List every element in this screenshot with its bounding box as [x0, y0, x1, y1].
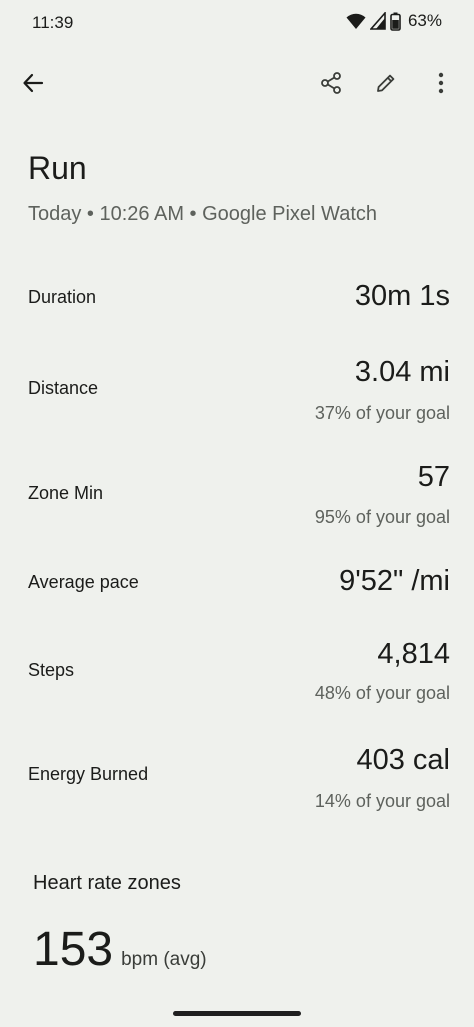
steps-label: Steps [28, 660, 75, 680]
zone-min-label: Zone Min [28, 483, 104, 503]
energy-value: 403 cal [356, 744, 450, 776]
pace-value: 9'52" /mi [339, 565, 450, 597]
share-button[interactable] [311, 65, 351, 105]
back-button[interactable] [13, 65, 53, 105]
distance-goal: 37% of your goal [314, 403, 450, 423]
back-arrow-icon [22, 72, 44, 99]
edit-button[interactable] [366, 65, 406, 105]
wifi-icon [346, 12, 366, 30]
status-bar: 11:39 63% [0, 0, 474, 46]
battery-icon [390, 12, 401, 31]
status-icons: 63% [346, 11, 442, 31]
signal-icon [369, 12, 386, 30]
share-icon [319, 71, 343, 100]
steps-value: 4,814 [377, 638, 450, 670]
more-options-button[interactable] [421, 65, 461, 105]
heart-rate-value: 153 [33, 923, 114, 976]
distance-label: Distance [28, 378, 99, 398]
energy-label: Energy Burned [28, 764, 149, 784]
zone-min-value: 57 [417, 461, 450, 493]
duration-label: Duration [28, 287, 97, 307]
steps-goal: 48% of your goal [314, 683, 450, 703]
distance-value: 3.04 mi [354, 356, 450, 388]
home-indicator[interactable] [173, 1011, 301, 1016]
status-time: 11:39 [32, 13, 74, 32]
heart-rate-heading: Heart rate zones [33, 872, 181, 894]
zone-min-goal: 95% of your goal [314, 507, 450, 527]
heart-rate-unit: bpm (avg) [121, 949, 207, 970]
page-title: Run [28, 150, 87, 186]
edit-icon [374, 71, 398, 100]
energy-goal: 14% of your goal [314, 791, 450, 811]
app-bar [0, 60, 474, 110]
battery-percentage: 63% [407, 11, 442, 30]
activity-subtitle: Today • 10:26 AM • Google Pixel Watch [28, 203, 377, 225]
more-vert-icon [438, 72, 444, 99]
heart-rate-average: 153 bpm (avg) [33, 922, 207, 977]
pace-label: Average pace [28, 572, 139, 592]
duration-value: 30m 1s [354, 280, 450, 312]
